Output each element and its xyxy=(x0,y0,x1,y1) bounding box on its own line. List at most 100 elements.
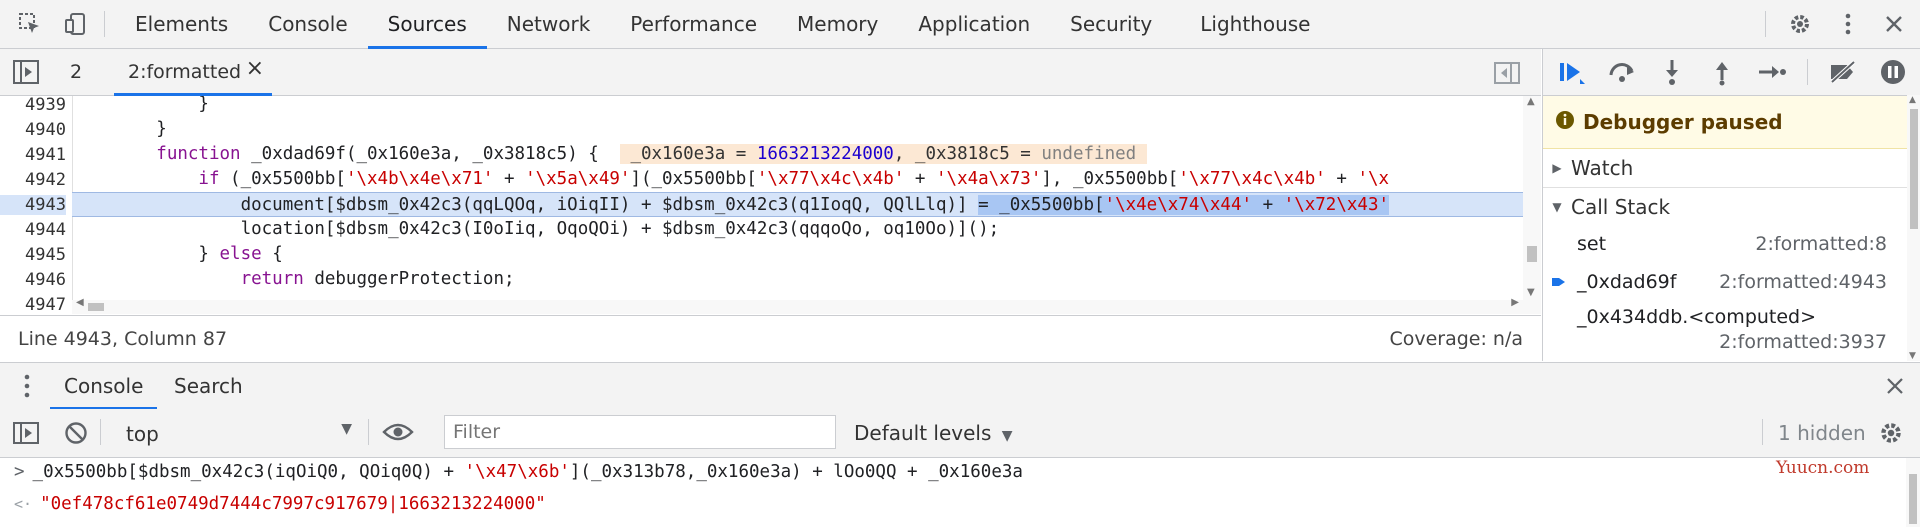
close-devtools-icon[interactable] xyxy=(1880,10,1908,38)
line-number[interactable]: 4947 xyxy=(0,295,66,314)
code-editor[interactable]: 4939 4940 4941 4942 4943 4944 4945 4946 … xyxy=(0,96,1541,314)
line-number[interactable]: 4939 xyxy=(0,96,66,115)
line-number[interactable]: 4944 xyxy=(0,220,66,240)
line-number[interactable]: 4942 xyxy=(0,170,66,190)
call-frame[interactable]: set 2:formatted:8 xyxy=(1543,226,1920,264)
toggle-debugger-sidebar-icon[interactable] xyxy=(1493,61,1521,89)
vertical-scroll-thumb[interactable] xyxy=(1527,246,1537,262)
console-toolbar: top ▼ Default levels ▼ 1 hidden xyxy=(0,409,1920,458)
toolbar-divider xyxy=(104,11,105,37)
frame-location[interactable]: 2:formatted:4943 xyxy=(1719,271,1887,293)
toggle-navigator-icon[interactable] xyxy=(12,59,40,89)
code-line: if (_0x5500bb['\x4b\x4e\x71' + '\x5a\x49… xyxy=(72,169,1390,189)
line-number[interactable]: 4945 xyxy=(0,245,66,265)
call-stack-label: Call Stack xyxy=(1571,195,1671,219)
tab-performance[interactable]: Performance xyxy=(610,0,777,48)
tab-lighthouse[interactable]: Lighthouse xyxy=(1180,0,1330,48)
console-settings-gear-icon[interactable] xyxy=(1878,420,1904,450)
call-frame[interactable]: _0x434ddb.<computed> 2:formatted:3937 xyxy=(1543,302,1920,354)
code-line: } xyxy=(72,119,167,139)
debugger-sidebar: Debugger paused ▶ Watch ▼ Call Stack set… xyxy=(1542,49,1920,361)
frame-function-name: _0x434ddb.<computed> xyxy=(1577,306,1817,328)
line-number[interactable]: 4941 xyxy=(0,145,66,165)
close-tab-icon[interactable]: × xyxy=(246,46,264,92)
file-tab-2[interactable]: 2 xyxy=(66,49,86,95)
watermark: Yuucn.com xyxy=(1776,458,1870,478)
call-stack-section-header[interactable]: ▼ Call Stack xyxy=(1543,188,1920,226)
scroll-down-arrow-icon[interactable]: ▼ xyxy=(1527,287,1535,298)
context-selector[interactable]: top ▼ xyxy=(112,417,352,449)
live-expression-eye-icon[interactable] xyxy=(382,421,414,447)
step-over-icon[interactable] xyxy=(1607,57,1637,87)
scroll-left-arrow-icon[interactable]: ◀ xyxy=(76,297,84,308)
tab-network[interactable]: Network xyxy=(487,0,611,48)
inline-variable-values: _0x160e3a = 1663213224000, _0x3818c5 = u… xyxy=(619,144,1147,164)
step-out-icon[interactable] xyxy=(1707,57,1737,87)
watch-section-header[interactable]: ▶ Watch xyxy=(1543,149,1920,188)
code-line: return debuggerProtection; xyxy=(72,269,515,289)
tab-console[interactable]: Console xyxy=(248,0,367,48)
resume-icon[interactable] xyxy=(1557,57,1587,87)
step-into-icon[interactable] xyxy=(1657,57,1687,87)
tab-security[interactable]: Security xyxy=(1050,0,1172,48)
scroll-right-arrow-icon[interactable]: ▶ xyxy=(1511,297,1519,308)
frame-location[interactable]: 2:formatted:8 xyxy=(1755,233,1887,255)
log-levels-dropdown[interactable]: Default levels ▼ xyxy=(854,421,1013,445)
cursor-position: Line 4943, Column 87 xyxy=(18,328,228,350)
line-number-current[interactable]: 4943 xyxy=(0,195,66,215)
watch-label: Watch xyxy=(1571,156,1634,180)
close-drawer-icon[interactable] xyxy=(1886,377,1904,399)
scroll-down-arrow-icon[interactable]: ▼ xyxy=(1909,351,1916,361)
context-value: top xyxy=(126,422,159,446)
file-tab-label: 2:formatted xyxy=(128,61,242,83)
console-scrollbar[interactable] xyxy=(1906,458,1920,527)
more-options-icon[interactable] xyxy=(1834,10,1862,38)
deactivate-breakpoints-icon[interactable] xyxy=(1828,57,1858,87)
dropdown-arrow-icon: ▼ xyxy=(341,421,352,437)
pause-on-exceptions-icon[interactable] xyxy=(1878,57,1908,87)
drawer-menu-icon[interactable] xyxy=(24,374,30,402)
file-tabs-bar: 2 2:formatted × xyxy=(0,49,1541,96)
console-result-line[interactable]: <· "0ef478cf61e0749d7444c7997c917679|1663… xyxy=(0,488,1900,520)
toolbar-divider xyxy=(1807,59,1808,85)
current-frame-arrow-icon xyxy=(1551,273,1567,295)
line-number-gutter[interactable]: 4939 4940 4941 4942 4943 4944 4945 4946 … xyxy=(0,96,73,314)
line-number[interactable]: 4946 xyxy=(0,270,66,290)
sidebar-scrollbar[interactable]: ▲ ▼ xyxy=(1907,95,1920,361)
code-line: } xyxy=(72,96,209,114)
device-toolbar-icon[interactable] xyxy=(62,10,90,38)
line-number[interactable]: 4940 xyxy=(0,120,66,140)
horizontal-scrollbar[interactable]: ◀ ▶ xyxy=(72,297,1523,314)
drawer-tab-search[interactable]: Search xyxy=(160,363,257,409)
drawer-tab-bar: Console Search xyxy=(0,362,1920,410)
inspect-element-icon[interactable] xyxy=(16,10,44,38)
toolbar-divider xyxy=(368,419,369,445)
console-messages[interactable]: > _0x5500bb[$dbsm_0x42c3(iqOiQ0, QOiq0Q) … xyxy=(0,458,1920,527)
hidden-messages-count: 1 hidden xyxy=(1778,421,1866,445)
debugger-controls xyxy=(1543,49,1920,96)
tab-elements[interactable]: Elements xyxy=(115,0,248,48)
triangle-right-icon: ▶ xyxy=(1552,161,1562,175)
call-frame-current[interactable]: _0xdad69f 2:formatted:4943 xyxy=(1543,264,1920,302)
console-input-line[interactable]: > _0x5500bb[$dbsm_0x42c3(iqOiQ0, QOiq0Q) … xyxy=(0,456,1900,488)
devtools-toolbar: Elements Console Sources Network Performance… xyxy=(0,0,1920,49)
tab-sources[interactable]: Sources xyxy=(367,0,487,49)
scroll-up-arrow-icon[interactable]: ▲ xyxy=(1909,95,1916,105)
code-line-paused: document[$dbsm_0x42c3(qqLQOq, iOiqII) + … xyxy=(72,192,1523,217)
tab-memory[interactable]: Memory xyxy=(777,0,898,48)
tab-application[interactable]: Application xyxy=(898,0,1050,48)
settings-gear-icon[interactable] xyxy=(1786,10,1814,38)
show-sidebar-icon[interactable] xyxy=(12,421,40,449)
toolbar-divider xyxy=(1762,419,1763,445)
clear-console-icon[interactable] xyxy=(64,421,88,449)
coverage-status[interactable]: Coverage: n/a xyxy=(1389,328,1523,350)
step-icon[interactable] xyxy=(1757,57,1787,87)
frame-location[interactable]: 2:formatted:3937 xyxy=(1719,331,1887,353)
code-line: location[$dbsm_0x42c3(I0oIiq, OqoQOi) + … xyxy=(72,219,1000,239)
console-filter-input[interactable] xyxy=(444,415,836,449)
vertical-scrollbar[interactable]: ▲ ▼ xyxy=(1523,96,1541,314)
scroll-up-arrow-icon[interactable]: ▲ xyxy=(1527,96,1535,107)
frame-function-name: set xyxy=(1577,233,1607,255)
file-tab-2-formatted[interactable]: 2:formatted × xyxy=(114,46,272,96)
drawer-tab-console[interactable]: Console xyxy=(50,363,158,410)
